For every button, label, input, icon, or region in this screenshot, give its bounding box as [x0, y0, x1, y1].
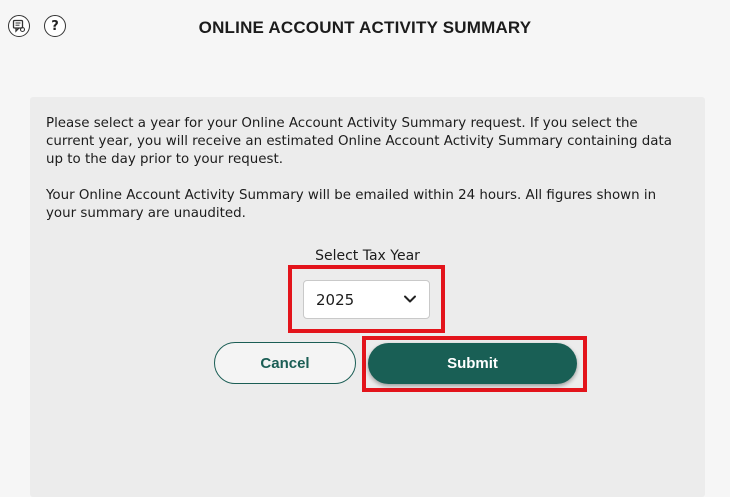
intro-paragraph-1: Please select a year for your Online Acc… [46, 116, 672, 167]
activity-summary-panel: Please select a year for your Online Acc… [30, 97, 705, 497]
header: ? ONLINE ACCOUNT ACTIVITY SUMMARY [0, 0, 730, 58]
chevron-down-icon [404, 295, 416, 303]
intro-text: Please select a year for your Online Acc… [46, 115, 686, 223]
cancel-button[interactable]: Cancel [214, 342, 356, 384]
tax-year-label: Select Tax Year [315, 248, 420, 264]
tax-year-value: 2025 [316, 291, 355, 309]
submit-button[interactable]: Submit [368, 343, 577, 384]
page-title: ONLINE ACCOUNT ACTIVITY SUMMARY [198, 18, 532, 37]
intro-paragraph-2: Your Online Account Activity Summary wil… [46, 188, 657, 221]
tax-year-select[interactable]: 2025 [303, 280, 430, 319]
